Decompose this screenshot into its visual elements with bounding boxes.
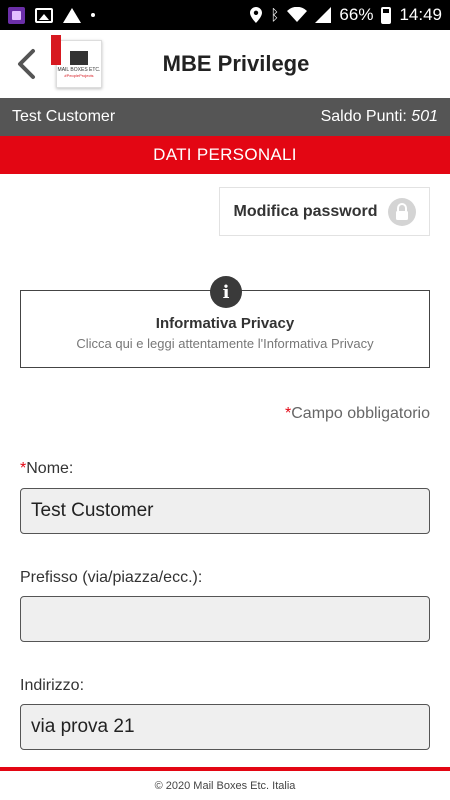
status-system: ᛒ 66% 14:49 bbox=[250, 5, 442, 25]
privacy-subtitle: Clicca qui e leggi attentamente l'Inform… bbox=[76, 336, 374, 351]
name-field[interactable] bbox=[20, 488, 430, 534]
status-bar: ᛒ 66% 14:49 bbox=[0, 0, 450, 30]
logo-subtext: #PeopleProjects bbox=[64, 72, 94, 78]
more-notifications-icon bbox=[91, 13, 95, 17]
signal-icon bbox=[315, 7, 332, 23]
mbe-logo: MAIL BOXES ETC. #PeopleProjects bbox=[51, 35, 102, 88]
section-header: DATI PERSONALI bbox=[0, 136, 450, 174]
required-field-note: *Campo obbligatorio bbox=[285, 405, 430, 423]
name-label: *Nome: bbox=[20, 460, 73, 478]
wifi-icon bbox=[287, 7, 308, 22]
status-notifications bbox=[8, 6, 250, 24]
prefix-field[interactable] bbox=[20, 596, 430, 642]
chevron-left-icon bbox=[18, 49, 35, 79]
address-label: Indirizzo: bbox=[20, 677, 85, 694]
customer-bar: Test Customer Saldo Punti: 501 bbox=[0, 98, 450, 136]
back-button[interactable] bbox=[6, 44, 46, 84]
change-password-button[interactable]: Modifica password bbox=[219, 187, 430, 236]
gallery-icon bbox=[35, 7, 53, 23]
app-header: MAIL BOXES ETC. #PeopleProjects MBE Priv… bbox=[0, 30, 450, 98]
page-title: MBE Privilege bbox=[162, 51, 310, 76]
privacy-info-box[interactable]: i Informativa Privacy Clicca qui e leggi… bbox=[20, 276, 430, 368]
battery-icon bbox=[381, 6, 392, 24]
info-icon: i bbox=[210, 276, 242, 308]
footer-copyright: © 2020 Mail Boxes Etc. Italia bbox=[0, 771, 450, 800]
lock-icon bbox=[387, 197, 416, 226]
prefix-label: Prefisso (via/piazza/ecc.): bbox=[20, 569, 203, 586]
logo-mark bbox=[70, 50, 88, 65]
privacy-title: Informativa Privacy bbox=[155, 315, 295, 332]
clock: 14:49 bbox=[399, 5, 442, 24]
address-field[interactable] bbox=[20, 704, 430, 750]
drive-icon bbox=[63, 7, 81, 23]
name-label-text: Nome: bbox=[26, 460, 74, 477]
location-icon bbox=[250, 7, 263, 23]
app-notification-icon bbox=[8, 6, 25, 24]
change-password-label: Modifica password bbox=[233, 202, 378, 220]
points-balance: Saldo Punti: 501 bbox=[321, 108, 438, 126]
points-label: Saldo Punti: bbox=[320, 108, 407, 125]
logo-ribbon bbox=[51, 35, 61, 65]
battery-percentage: 66% bbox=[339, 5, 374, 24]
bluetooth-icon: ᛒ bbox=[270, 6, 280, 24]
customer-name: Test Customer bbox=[12, 108, 116, 125]
points-value: 501 bbox=[411, 108, 438, 125]
required-note-text: Campo obbligatorio bbox=[291, 405, 430, 422]
